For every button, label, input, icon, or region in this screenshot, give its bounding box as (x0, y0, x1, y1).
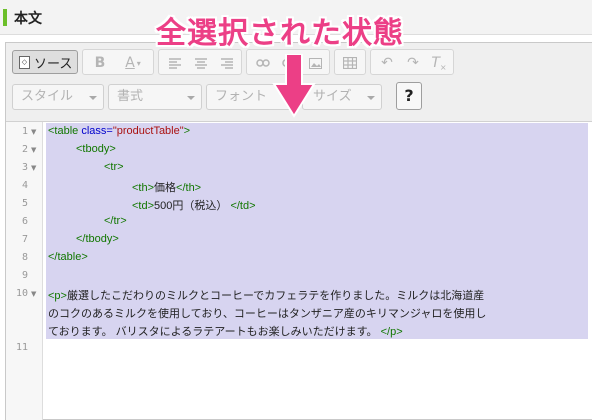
undo-button[interactable]: ↶ (375, 50, 399, 76)
size-dropdown-label: サイズ (313, 89, 352, 104)
tag-open: <table (48, 125, 79, 137)
line-number: 11 (15, 342, 28, 353)
attribute-name: class= (81, 125, 113, 137)
table-button[interactable] (338, 50, 362, 76)
line-number: 2 (21, 144, 28, 155)
line-number: 1 (21, 126, 28, 137)
align-left-icon (169, 57, 181, 69)
style-dropdown[interactable]: スタイル (12, 84, 104, 110)
link-icon (256, 59, 270, 67)
code-line-5[interactable]: <td>500円（税込） </td> (132, 197, 256, 213)
format-dropdown-label: 書式 (117, 89, 144, 104)
code-line-10-wrap-2[interactable]: ております。 バリスタによるラテアートもお楽しみいただけます。 </p> (48, 323, 403, 339)
clear-format-button[interactable]: T × (427, 50, 451, 76)
source-label: ソース (34, 56, 73, 72)
clear-format-icon: T (431, 55, 440, 71)
fold-arrow-icon[interactable]: ▼ (31, 164, 36, 172)
annotation-label: 全選択された状態 (156, 16, 404, 51)
line-number: 8 (21, 252, 28, 263)
tag-close: > (183, 125, 191, 137)
code-line-1[interactable]: <table class="productTable"> (48, 125, 190, 137)
tr-open-tag: <tr> (104, 161, 124, 173)
td-text: 500円（税込） (154, 200, 228, 212)
clear-format-x-icon: × (439, 62, 447, 72)
paragraph-text-3: ております。 バリスタによるラテアートもお楽しみいただけます。 (48, 326, 378, 338)
align-center-button[interactable] (189, 50, 213, 76)
code-line-10-wrap-1[interactable]: のコクのあるミルクを使用しており、コーヒーはタンザニア産のキリマンジャロを使用し (48, 305, 486, 321)
source-icon: ◇ (19, 55, 30, 69)
tbody-open-tag: <tbody> (76, 143, 116, 155)
section-title: 本文 (14, 11, 42, 27)
line-number: 9 (21, 270, 28, 281)
th-open-tag: <th> (132, 182, 155, 194)
p-close-tag: </p> (380, 326, 403, 338)
code-line-4[interactable]: <th>価格</th> (132, 179, 201, 195)
chevron-down-icon (367, 96, 375, 100)
code-line-8[interactable]: </table> (48, 251, 88, 263)
fold-arrow-icon[interactable]: ▼ (31, 146, 36, 154)
table-icon (343, 57, 357, 69)
redo-icon: ↷ (407, 55, 419, 71)
align-left-button[interactable] (163, 50, 187, 76)
help-button[interactable]: ? (396, 82, 422, 110)
redo-button[interactable]: ↷ (401, 50, 425, 76)
code-line-7[interactable]: </tbody> (76, 233, 119, 245)
paragraph-text-1: 厳選したこだわりのミルクとコーヒーでカフェラテを作りました。ミルクは北海道産 (66, 290, 485, 302)
chevron-down-icon: ▾ (136, 58, 141, 68)
code-line-6[interactable]: </tr> (104, 215, 127, 227)
align-right-icon (221, 57, 233, 69)
th-close-tag: </th> (176, 182, 202, 194)
bold-icon: B (94, 55, 106, 71)
paragraph-text-2: のコクのあるミルクを使用しており、コーヒーはタンザニア産のキリマンジャロを使用し (48, 308, 487, 320)
line-number: 6 (21, 216, 28, 227)
line-number: 4 (21, 180, 28, 191)
fold-arrow-icon[interactable]: ▼ (31, 290, 36, 298)
line-number: 5 (21, 198, 28, 209)
line-number-gutter: 1 ▼ 2 ▼ 3 ▼ 4 5 6 7 8 9 10 ▼ 11 (6, 122, 43, 420)
table-group (334, 49, 366, 75)
code-line-10[interactable]: <p>厳選したこだわりのミルクとコーヒーでカフェラテを作りました。ミルクは北海道… (48, 287, 484, 303)
code-line-2[interactable]: <tbody> (76, 143, 116, 155)
font-color-icon: A (125, 55, 135, 71)
code-line-3[interactable]: <tr> (104, 161, 124, 173)
style-dropdown-label: スタイル (21, 89, 74, 104)
font-color-button[interactable]: A ▾ (117, 50, 149, 76)
chevron-down-icon (187, 96, 195, 100)
chevron-down-icon (89, 96, 97, 100)
p-open-tag: <p> (48, 290, 67, 302)
format-dropdown[interactable]: 書式 (108, 84, 202, 110)
down-arrow-icon (272, 54, 316, 118)
bold-button[interactable]: B (89, 50, 111, 76)
text-format-group: B A ▾ (82, 49, 154, 75)
attribute-value: "productTable" (112, 125, 184, 137)
tbody-close-tag: </tbody> (76, 233, 119, 245)
th-text: 価格 (154, 182, 177, 194)
td-close-tag: </td> (230, 200, 256, 212)
fold-arrow-icon[interactable]: ▼ (31, 128, 36, 136)
td-open-tag: <td> (132, 200, 155, 212)
align-center-icon (195, 57, 207, 69)
line-number: 10 (15, 288, 28, 299)
undo-icon: ↶ (381, 55, 393, 71)
tr-close-tag: </tr> (104, 215, 127, 227)
table-close-tag: </table> (48, 251, 88, 263)
line-number: 3 (21, 162, 28, 173)
line-number: 7 (21, 234, 28, 245)
header-accent-bar (3, 9, 7, 26)
source-button[interactable]: ◇ ソース (12, 50, 78, 74)
align-group (158, 49, 242, 75)
align-right-button[interactable] (215, 50, 239, 76)
history-group: ↶ ↷ T × (370, 49, 454, 75)
font-dropdown-label: フォント (215, 89, 268, 104)
